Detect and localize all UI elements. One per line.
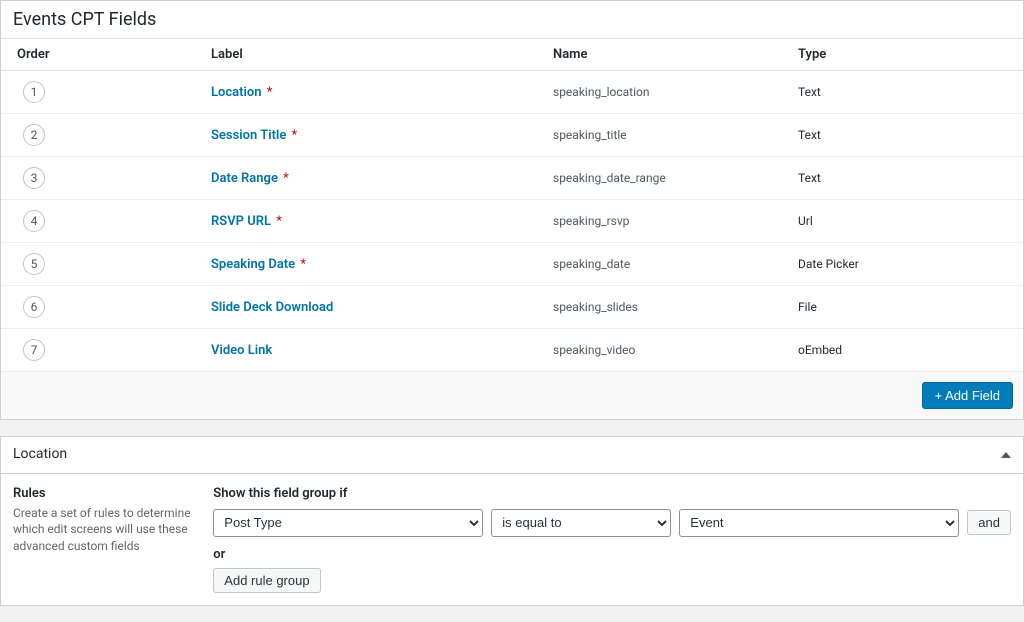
required-marker: * [297,257,306,272]
name-cell: speaking_slides [543,290,788,324]
and-button[interactable]: and [967,510,1011,535]
rules-heading: Show this field group if [213,486,1011,501]
location-panel-title: Location [13,445,67,465]
label-cell: Location * [201,75,543,110]
label-cell: RSVP URL * [201,204,543,239]
location-body: Rules Create a set of rules to determine… [1,474,1023,605]
col-header-type: Type [788,39,1023,70]
add-field-button[interactable]: + Add Field [922,382,1013,409]
table-row[interactable]: 7 Video Link speaking_videooEmbed [1,329,1023,372]
required-marker: * [288,128,297,143]
type-cell: Url [788,204,1023,238]
name-cell: speaking_date [543,247,788,281]
name-cell: speaking_rsvp [543,204,788,238]
table-row[interactable]: 4RSVP URL *speaking_rsvpUrl [1,200,1023,243]
order-badge[interactable]: 5 [23,253,45,275]
type-cell: Text [788,118,1023,152]
col-header-label: Label [201,39,543,70]
field-label-link[interactable]: Session Title [211,128,286,143]
table-row[interactable]: 2Session Title *speaking_titleText [1,114,1023,157]
type-cell: Date Picker [788,247,1023,281]
order-badge[interactable]: 4 [23,210,45,232]
order-badge[interactable]: 3 [23,167,45,189]
rules-desc: Create a set of rules to determine which… [13,505,197,555]
rule-operator-select[interactable]: is equal to [491,509,671,537]
table-row[interactable]: 1Location *speaking_locationText [1,71,1023,114]
location-panel: Location Rules Create a set of rules to … [0,436,1024,606]
name-cell: speaking_video [543,333,788,367]
location-panel-header: Location [1,437,1023,474]
name-cell: speaking_date_range [543,161,788,195]
order-badge[interactable]: 1 [23,81,45,103]
col-header-name: Name [543,39,788,70]
rules-main: Show this field group if Post Type is eq… [213,486,1011,593]
collapse-toggle-icon[interactable] [1001,452,1011,458]
field-label-link[interactable]: RSVP URL [211,214,271,229]
name-cell: speaking_title [543,118,788,152]
label-cell: Date Range * [201,161,543,196]
type-cell: Text [788,75,1023,109]
fields-footer: + Add Field [1,372,1023,419]
field-label-link[interactable]: Slide Deck Download [211,300,333,315]
order-badge[interactable]: 7 [23,339,45,361]
required-marker: * [264,85,273,100]
field-label-link[interactable]: Location [211,85,262,100]
field-label-link[interactable]: Video Link [211,343,272,358]
rules-title: Rules [13,486,197,501]
field-list-header: Order Label Name Type [1,38,1023,71]
rule-value-select[interactable]: Event [679,509,959,537]
label-cell: Slide Deck Download [201,290,543,325]
order-cell: 5 [1,243,201,285]
order-cell: 2 [1,114,201,156]
or-label: or [213,547,1011,562]
add-rule-group-button[interactable]: Add rule group [213,568,320,593]
order-badge[interactable]: 2 [23,124,45,146]
table-row[interactable]: 6 Slide Deck Download speaking_slidesFile [1,286,1023,329]
order-cell: 7 [1,329,201,371]
order-cell: 3 [1,157,201,199]
fields-body: Order Label Name Type 1Location *speakin… [1,38,1023,419]
fields-panel: Events CPT Fields Order Label Name Type … [0,0,1024,420]
order-cell: 4 [1,200,201,242]
rule-row: Post Type is equal to Event and [213,509,1011,537]
name-cell: speaking_location [543,75,788,109]
order-cell: 6 [1,286,201,328]
order-badge[interactable]: 6 [23,296,45,318]
type-cell: File [788,290,1023,324]
label-cell: Speaking Date * [201,247,543,282]
col-header-order: Order [1,39,201,70]
required-marker: * [273,214,282,229]
rule-param-select[interactable]: Post Type [213,509,483,537]
field-label-link[interactable]: Speaking Date [211,257,295,272]
table-row[interactable]: 3Date Range *speaking_date_rangeText [1,157,1023,200]
field-label-link[interactable]: Date Range [211,171,278,186]
label-cell: Session Title * [201,118,543,153]
label-cell: Video Link [201,333,543,368]
rules-sidebar: Rules Create a set of rules to determine… [13,486,197,593]
fields-panel-title: Events CPT Fields [1,1,1023,38]
type-cell: oEmbed [788,333,1023,367]
type-cell: Text [788,161,1023,195]
order-cell: 1 [1,71,201,113]
field-rows: 1Location *speaking_locationText2Session… [1,71,1023,372]
required-marker: * [280,171,289,186]
table-row[interactable]: 5Speaking Date *speaking_dateDate Picker [1,243,1023,286]
